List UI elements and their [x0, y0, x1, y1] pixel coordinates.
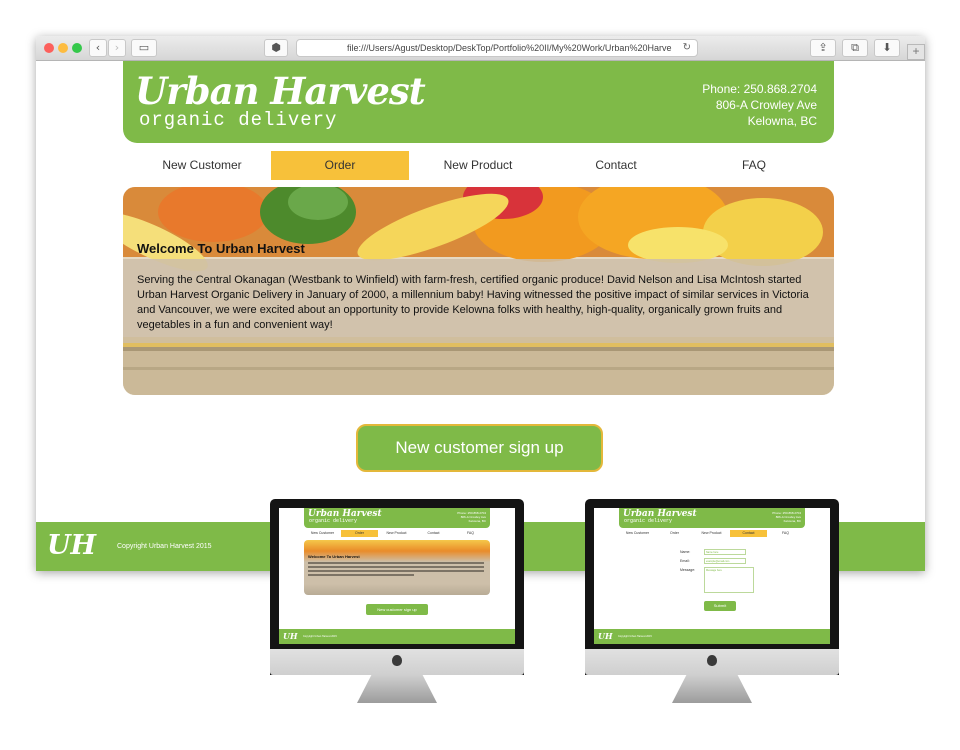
mini-message-label: Message:	[680, 568, 696, 572]
imac-mockup-contact: Urban Harvest organic delivery Phone: 25…	[585, 499, 839, 707]
site-logo-tagline: organic delivery	[139, 109, 338, 131]
mini-logo-tagline: organic delivery	[624, 518, 673, 524]
chevron-right-icon: ›	[114, 41, 120, 54]
minimize-window-button[interactable]	[58, 43, 68, 53]
mini-nav-item: FAQ	[466, 531, 474, 535]
mini-nav-item: New Customer	[310, 531, 335, 535]
back-button[interactable]: ‹	[89, 39, 107, 57]
hero-description: Serving the Central Okanagan (Westbank t…	[137, 274, 809, 331]
zoom-window-button[interactable]	[72, 43, 82, 53]
mini-submit-button: Submit	[704, 601, 736, 611]
mini-hero-text	[308, 562, 484, 578]
sidebar-icon: ▭	[138, 41, 150, 54]
mini-footer: UH Copyright Urban Harvest 2015	[594, 629, 830, 644]
imac-stand	[672, 675, 752, 703]
main-nav: New Customer Order New Product Contact F…	[133, 151, 823, 180]
share-button[interactable]: ⇪	[810, 39, 836, 57]
mini-footer-logo: UH	[283, 631, 298, 641]
nav-item-contact[interactable]: Contact	[547, 151, 685, 180]
mini-footer-copyright: Copyright Urban Harvest 2015	[618, 635, 652, 638]
share-icon: ⇪	[818, 41, 828, 54]
tabs-overview-button[interactable]: ⧉	[842, 39, 868, 57]
reload-icon[interactable]: ↻	[683, 40, 691, 56]
mini-hero: Welcome To Urban Harvest	[304, 540, 490, 595]
mini-nav-item: New Customer	[625, 531, 650, 535]
nav-item-order[interactable]: Order	[271, 151, 409, 180]
imac-chin	[270, 649, 524, 675]
contact-address: 806-A Crowley Ave	[715, 98, 817, 112]
mini-signup-button: New customer sign up	[366, 604, 428, 615]
mini-nav-item: New Product	[701, 531, 722, 535]
privacy-button[interactable]: ⬢	[264, 39, 288, 57]
mini-nav-item: Order	[670, 531, 679, 535]
mini-header: Urban Harvest organic delivery Phone: 25…	[304, 508, 490, 528]
mini-nav-item: Order	[341, 530, 378, 537]
mini-header: Urban Harvest organic delivery Phone: 25…	[619, 508, 805, 528]
mini-email-field: example@email.com	[704, 558, 746, 564]
hero-banner: Welcome To Urban Harvest Serving the Cen…	[123, 187, 834, 395]
download-icon: ⬇	[882, 41, 892, 54]
contact-phone: Phone: 250.868.2704	[702, 82, 817, 96]
mini-nav: New Customer Order New Product Contact F…	[619, 530, 805, 537]
mini-nav-item: FAQ	[781, 531, 789, 535]
new-tab-button[interactable]: +	[907, 44, 925, 60]
shield-icon: ⬢	[271, 41, 281, 54]
nav-item-faq[interactable]: FAQ	[685, 151, 823, 180]
site-header: Urban Harvest organic delivery Phone: 25…	[123, 61, 834, 143]
apple-logo-icon	[707, 655, 717, 666]
imac-screen: Urban Harvest organic delivery Phone: 25…	[594, 508, 830, 644]
hero-title: Welcome To Urban Harvest	[137, 241, 305, 256]
contact-info: Phone: 250.868.2704 806-A Crowley Ave Ke…	[702, 81, 817, 129]
imac-chin	[585, 649, 839, 675]
mini-name-label: Name:	[680, 550, 691, 554]
site-logo[interactable]: Urban Harvest	[135, 69, 426, 113]
close-window-button[interactable]	[44, 43, 54, 53]
imac-screen: Urban Harvest organic delivery Phone: 25…	[279, 508, 515, 644]
mini-contact: Phone: 250.868.2704 806-A Crowley Ave Ke…	[772, 511, 801, 523]
mini-email-label: Email:	[680, 559, 690, 563]
mini-message-field: Message here	[704, 567, 754, 593]
mini-nav-item: Contact	[730, 530, 767, 537]
url-text: file:///Users/Agust/Desktop/DeskTop/Port…	[347, 43, 672, 53]
mini-hero-title: Welcome To Urban Harvest	[308, 554, 360, 559]
mini-contact: Phone: 250.868.2704 806-A Crowley Ave Ke…	[457, 511, 486, 523]
mini-nav: New Customer Order New Product Contact F…	[304, 530, 490, 537]
mini-contact-city: Kelowna, BC	[468, 519, 486, 523]
apple-logo-icon	[392, 655, 402, 666]
footer-copyright: Copyright Urban Harvest 2015	[117, 543, 212, 550]
sidebar-button[interactable]: ▭	[131, 39, 157, 57]
tabs-icon: ⧉	[851, 41, 859, 54]
nav-item-new-customer[interactable]: New Customer	[133, 151, 271, 180]
mini-nav-item: New Product	[386, 531, 407, 535]
mini-nav-item: Contact	[427, 531, 440, 535]
mini-name-field: Name here	[704, 549, 746, 555]
mini-footer: UH Copyright Urban Harvest 2015	[279, 629, 515, 644]
page-viewport: Urban Harvest organic delivery Phone: 25…	[36, 61, 925, 571]
forward-button[interactable]: ›	[108, 39, 126, 57]
address-bar[interactable]: file:///Users/Agust/Desktop/DeskTop/Port…	[296, 39, 698, 57]
new-customer-signup-button[interactable]: New customer sign up	[356, 424, 603, 472]
browser-window: ‹ › ▭ ⬢ file:///Users/Agust/Desktop/Desk…	[36, 36, 925, 571]
mini-footer-copyright: Copyright Urban Harvest 2015	[303, 635, 337, 638]
mini-footer-logo: UH	[598, 631, 613, 641]
imac-stand	[357, 675, 437, 703]
contact-city: Kelowna, BC	[747, 114, 817, 128]
nav-item-new-product[interactable]: New Product	[409, 151, 547, 180]
footer-logo: UH	[47, 530, 97, 561]
chevron-left-icon: ‹	[95, 41, 101, 54]
imac-mockup-home: Urban Harvest organic delivery Phone: 25…	[270, 499, 524, 707]
browser-titlebar: ‹ › ▭ ⬢ file:///Users/Agust/Desktop/Desk…	[36, 36, 925, 61]
downloads-button[interactable]: ⬇	[874, 39, 900, 57]
mini-logo-tagline: organic delivery	[309, 518, 358, 524]
mini-contact-city: Kelowna, BC	[783, 519, 801, 523]
